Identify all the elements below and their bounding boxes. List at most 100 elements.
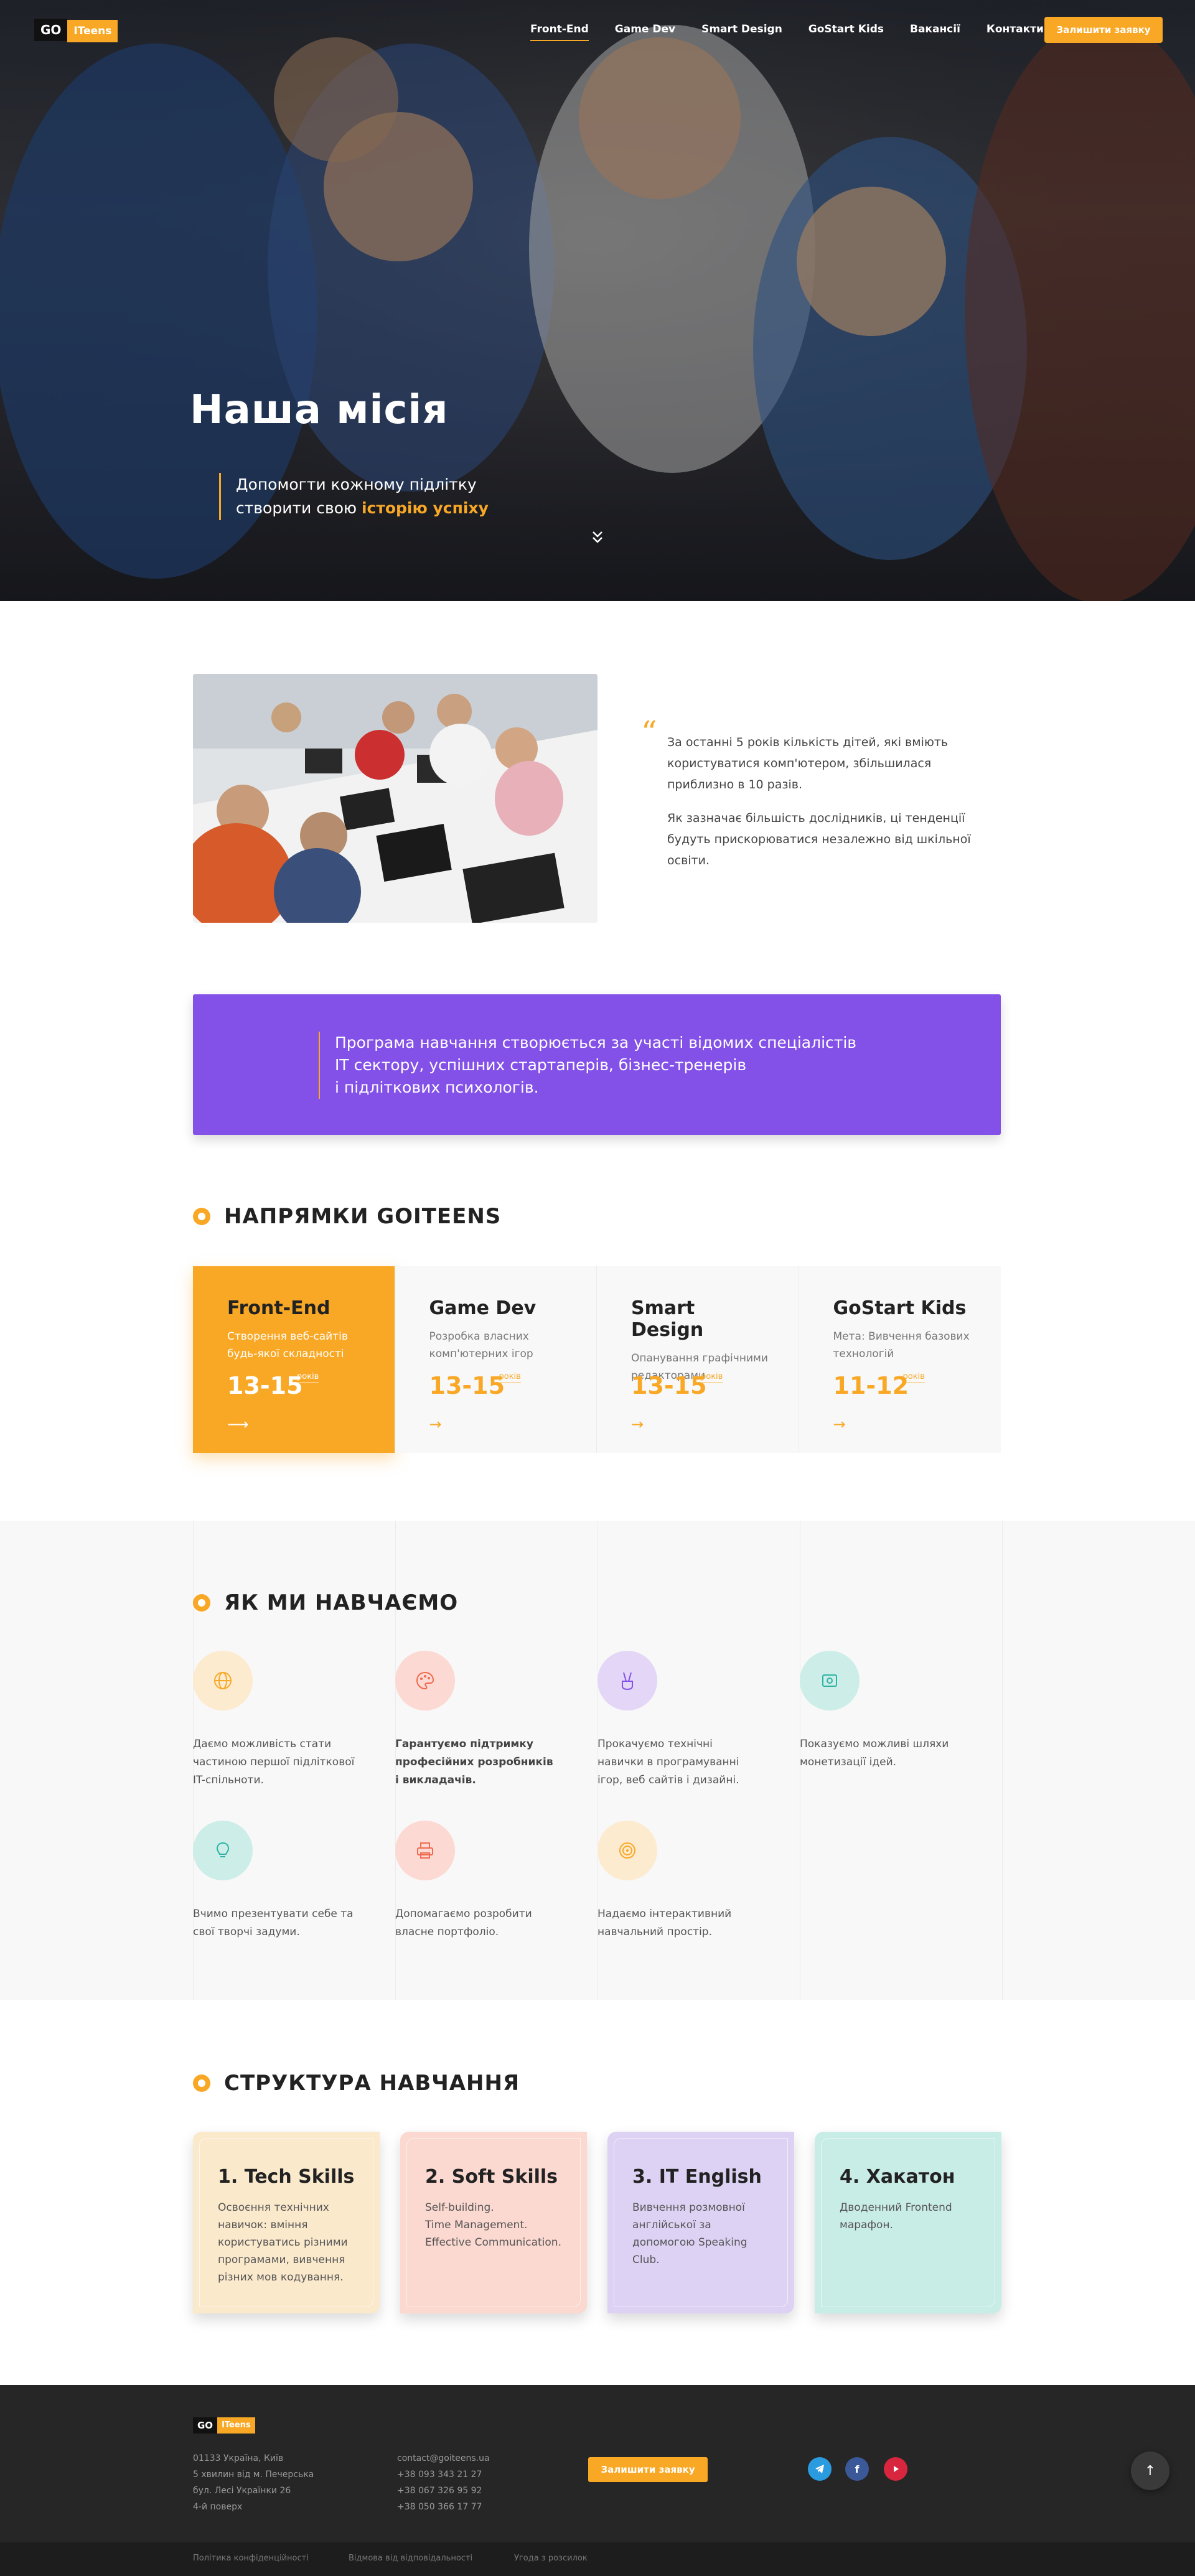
feature-item: Даємо можливість стати частиною першої п…	[193, 1651, 355, 1790]
logo-go: GO	[193, 2417, 218, 2434]
banner-line-1: Програма навчання створюється за участі …	[335, 1034, 857, 1052]
section-bullet-icon	[193, 1594, 210, 1612]
structure-card-title: 4. Хакатон	[840, 2166, 955, 2188]
hero-subtitle-line1: Допомогти кожному підлітку	[236, 475, 477, 493]
section-bullet-icon	[193, 1208, 210, 1225]
directions-title: НАПРЯМКИ GOITEENS	[224, 1204, 502, 1229]
feature-text: Прокачуємо технічні навички в програмува…	[598, 1738, 739, 1786]
arrow-up-icon[interactable]: ↑	[1131, 2452, 1169, 2490]
youtube-icon[interactable]	[884, 2457, 907, 2481]
direction-card-gostart-kids[interactable]: GoStart Kids Мета: Вивчення базових техн…	[799, 1266, 1001, 1453]
hero-highlight: історію успіху	[361, 499, 489, 517]
mailing-agreement-link[interactable]: Угода з розсилок	[514, 2554, 588, 2563]
contact-phone[interactable]: +38 050 366 17 77	[397, 2499, 490, 2515]
nav-contacts[interactable]: Контакти	[986, 21, 1044, 37]
about-text: За останні 5 років кількість дітей, які …	[667, 732, 991, 884]
contact-email[interactable]: contact@goiteens.ua	[397, 2450, 490, 2466]
hero-section: GO ITeens Front-End Game Dev Smart Desig…	[0, 0, 1195, 601]
hero-subtitle-line2: створити свою історію успіху	[236, 497, 489, 520]
direction-title: GoStart Kids	[833, 1297, 967, 1319]
feature-item: Вчимо презентувати себе та свої творчі з…	[193, 1821, 355, 1941]
lightbulb-icon	[193, 1821, 253, 1880]
direction-age-unit: років	[902, 1372, 925, 1383]
teach-title: ЯК МИ НАВЧАЄМО	[224, 1590, 459, 1615]
logo-teens: ITeens	[67, 20, 118, 42]
globe-icon	[193, 1651, 253, 1710]
directions-cards: Front-End Створення веб-сайтів будь-якої…	[193, 1266, 1001, 1453]
direction-age-unit: років	[499, 1372, 521, 1383]
chevron-double-down-icon[interactable]	[591, 530, 604, 549]
facebook-icon[interactable]: f	[845, 2457, 869, 2481]
banner-text: Програма навчання створюється за участі …	[319, 1032, 879, 1099]
logo-teens: ITeens	[217, 2417, 255, 2434]
about-paragraph-1: За останні 5 років кількість дітей, які …	[667, 735, 949, 791]
address-line: 5 хвилин від м. Печерська	[193, 2470, 314, 2480]
directions-heading: НАПРЯМКИ GOITEENS	[193, 1204, 501, 1229]
about-paragraph-2: Як зазначає більшість дослідників, ці те…	[667, 811, 971, 867]
structure-card-soft-skills: 2. Soft Skills Self-building. Time Manag…	[400, 2132, 587, 2313]
contact-phone[interactable]: +38 067 326 95 92	[397, 2483, 490, 2499]
arrow-right-icon[interactable]: →	[631, 1416, 644, 1433]
main-menu: Front-End Game Dev Smart Design GoStart …	[530, 21, 1070, 41]
structure-card-tech-skills: 1. Tech Skills Освоєння технічних навичо…	[193, 2132, 380, 2313]
arrow-right-icon[interactable]: →	[833, 1416, 846, 1433]
nav-game-dev[interactable]: Game Dev	[615, 21, 675, 37]
direction-age: 13-15	[227, 1372, 303, 1399]
banner-line-2: IT сектору, успішних стартаперів, бізнес…	[335, 1056, 747, 1074]
banner-line-3: і підліткових психологів.	[335, 1078, 539, 1096]
structure-card-hackathon: 4. Хакатон Дводенний Frontend марафон.	[815, 2132, 1001, 2313]
direction-age: 11-12	[833, 1372, 909, 1399]
structure-card-text: Self-building. Time Management. Effectiv…	[425, 2201, 561, 2249]
footer-leave-request-button[interactable]: Залишити заявку	[588, 2457, 708, 2482]
nav-gostart-kids[interactable]: GoStart Kids	[808, 21, 884, 37]
direction-title: Smart Design	[631, 1297, 704, 1341]
footer: GO ITeens 01133 Україна, Київ 5 хвилин в…	[0, 2385, 1195, 2576]
structure-title: СТРУКТУРА НАВЧАННЯ	[224, 2071, 520, 2096]
footer-contacts: contact@goiteens.ua +38 093 343 21 27 +3…	[397, 2450, 490, 2515]
goiteens-logo[interactable]: GO ITeens	[34, 19, 118, 42]
direction-title: Game Dev	[429, 1297, 537, 1319]
direction-age-unit: років	[701, 1372, 723, 1383]
nav-smart-design[interactable]: Smart Design	[701, 21, 782, 37]
section-bullet-icon	[193, 2074, 210, 2092]
contact-phone[interactable]: +38 093 343 21 27	[397, 2466, 490, 2483]
address-line: бул. Лесі Українки 26	[193, 2486, 291, 2496]
quote-icon: “	[641, 714, 657, 750]
leave-request-button[interactable]: Залишити заявку	[1044, 17, 1163, 43]
hero-photo	[0, 0, 1195, 601]
feature-text: Допомагаємо розробити власне портфоліо.	[395, 1908, 532, 1938]
printer-icon	[395, 1821, 455, 1880]
structure-card-title: 1. Tech Skills	[218, 2166, 355, 2188]
victory-hand-icon	[598, 1651, 657, 1710]
address-line: 4-й поверх	[193, 2502, 243, 2512]
direction-card-front-end[interactable]: Front-End Створення веб-сайтів будь-якої…	[193, 1266, 395, 1453]
direction-age: 13-15	[429, 1372, 505, 1399]
structure-card-text: Вивчення розмовної англійської за допомо…	[632, 2201, 747, 2266]
direction-card-smart-design[interactable]: Smart Design Опанування графічними редак…	[597, 1266, 799, 1453]
feature-item: Надаємо інтерактивний навчальний простір…	[598, 1821, 759, 1941]
arrow-right-icon[interactable]: ⟶	[227, 1416, 248, 1433]
structure-card-it-english: 3. IT English Вивчення розмовної англійс…	[607, 2132, 794, 2313]
direction-card-game-dev[interactable]: Game Dev Розробка власних комп'ютерних і…	[395, 1266, 597, 1453]
privacy-policy-link[interactable]: Політика конфіденційності	[193, 2554, 309, 2563]
direction-desc: Мета: Вивчення базових технологій	[833, 1330, 970, 1360]
top-navigation: GO ITeens Front-End Game Dev Smart Desig…	[0, 0, 1195, 60]
feature-text: Даємо можливість стати частиною першої п…	[193, 1738, 355, 1786]
hero-subtitle: Допомогти кожному підлітку створити свою…	[219, 473, 489, 520]
structure-card-text: Дводенний Frontend марафон.	[840, 2201, 952, 2231]
address-line: 01133 Україна, Київ	[193, 2453, 284, 2463]
nav-front-end[interactable]: Front-End	[530, 21, 589, 41]
nav-vacancies[interactable]: Вакансії	[910, 21, 960, 37]
feature-text: Гарантуємо підтримку професійних розробн…	[395, 1738, 553, 1786]
money-icon	[800, 1651, 860, 1710]
telegram-icon[interactable]	[808, 2457, 832, 2481]
direction-age-unit: років	[297, 1372, 319, 1383]
feature-item: Показуємо можливі шляхи монетизації ідей…	[800, 1651, 962, 1771]
teach-heading: ЯК МИ НАВЧАЄМО	[193, 1590, 458, 1615]
direction-age: 13-15	[631, 1372, 707, 1399]
program-banner: Програма навчання створюється за участі …	[193, 994, 1001, 1135]
arrow-right-icon[interactable]: →	[429, 1416, 442, 1433]
footer-logo[interactable]: GO ITeens	[193, 2417, 255, 2434]
feature-item: Допомагаємо розробити власне портфоліо.	[395, 1821, 557, 1941]
disclaimer-link[interactable]: Відмова від відповідальності	[349, 2554, 472, 2563]
